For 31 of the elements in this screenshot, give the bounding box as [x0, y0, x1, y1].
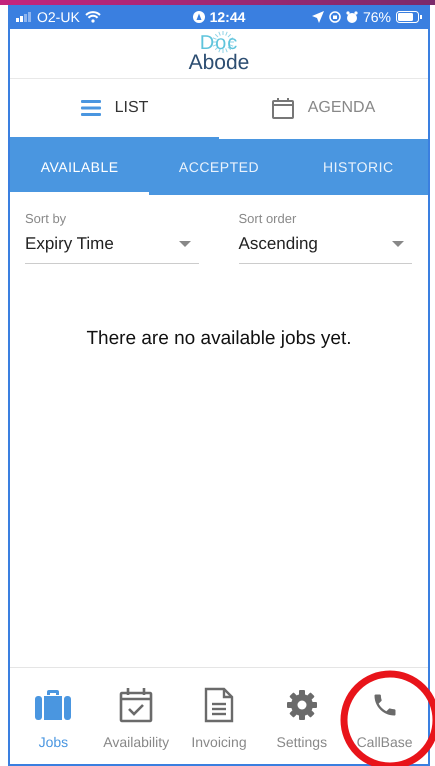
empty-message: There are no available jobs yet. — [86, 328, 352, 349]
app-logo: Doc Abode — [188, 34, 250, 73]
nav-item[interactable]: CallBase — [343, 668, 426, 764]
battery-icon — [396, 11, 422, 23]
carrier-name: O2-UK — [37, 9, 80, 25]
dropdown-caret-icon — [178, 241, 190, 247]
nav-item[interactable]: Availability — [94, 668, 178, 764]
document-icon — [204, 687, 234, 723]
field-label: Sort order — [238, 211, 298, 226]
job-tab[interactable]: AVAILABLE — [10, 139, 150, 195]
dropdown-field[interactable]: Expiry Time — [25, 232, 198, 264]
battery-percent: 76% — [362, 9, 391, 25]
location-arrow-icon — [312, 11, 324, 23]
clock-time: 12:44 — [210, 9, 246, 25]
nav-item[interactable]: Invoicing — [178, 668, 260, 764]
dropdown-caret-icon — [392, 241, 404, 247]
rotation-lock-icon — [328, 11, 341, 23]
nav-item[interactable]: Settings — [260, 668, 344, 764]
alarm-clock-icon — [346, 10, 358, 24]
wifi-icon — [84, 11, 101, 23]
dropdown-field[interactable]: Ascending — [238, 232, 412, 264]
nav-item[interactable]: Jobs — [12, 668, 95, 764]
signal-icon — [16, 12, 32, 22]
settings-icon — [286, 690, 317, 720]
briefcase-icon — [35, 689, 72, 721]
field-label: Sort by — [25, 211, 68, 226]
menu-icon — [80, 100, 101, 116]
job-tab[interactable]: ACCEPTED — [149, 139, 289, 195]
calendar-check-icon — [119, 687, 154, 723]
job-tab[interactable]: HISTORIC — [288, 139, 428, 195]
calendar-icon — [272, 97, 294, 119]
